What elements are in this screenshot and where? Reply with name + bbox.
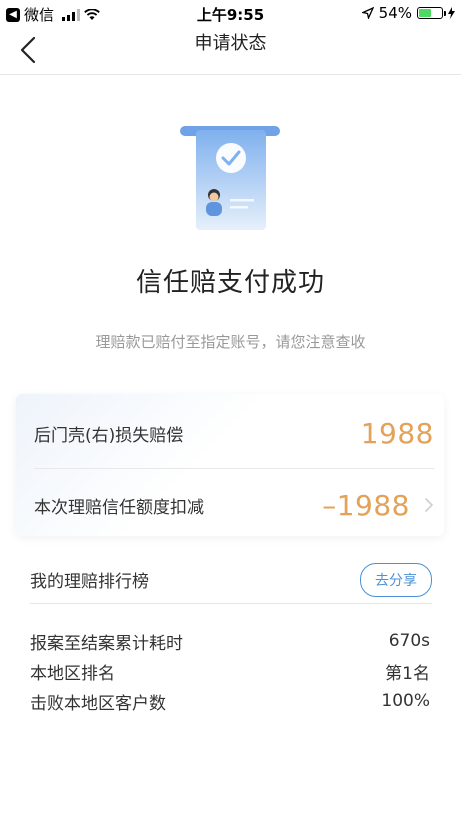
trust-deduction-amount: –1988: [322, 488, 410, 522]
stat-row: 本地区排名 第1名: [30, 656, 430, 686]
result-subtitle: 理赔款已赔付至指定账号，请您注意查收: [95, 333, 366, 351]
compensation-row: 后门壳(右)损失赔偿 1988: [16, 398, 444, 468]
compensation-amount: 1988: [360, 416, 434, 450]
trust-deduction-row[interactable]: 本次理赔信任额度扣减 –1988: [16, 470, 444, 540]
stat-value: 100%: [381, 691, 430, 711]
stat-row: 击败本地区客户数 100%: [30, 686, 430, 716]
claim-summary-card: 后门壳(右)损失赔偿 1988 本次理赔信任额度扣减 –1988: [16, 394, 444, 536]
stat-label: 报案至结案累计耗时: [30, 633, 183, 654]
stat-label: 击败本地区客户数: [30, 693, 166, 714]
stat-value: 670s: [388, 631, 430, 651]
payment-success-illustration: [180, 126, 280, 230]
battery-icon: [417, 7, 446, 19]
location-arrow-icon: [361, 7, 374, 19]
battery-percent: 54%: [378, 4, 412, 22]
status-bar: ◀ 微信 上午9:55 54%: [0, 0, 461, 28]
share-button[interactable]: 去分享: [360, 562, 432, 597]
ranking-title: 我的理赔排行榜: [30, 572, 149, 592]
stat-label: 本地区排名: [30, 663, 115, 684]
page-title: 申请状态: [194, 33, 267, 54]
compensation-label: 后门壳(右)损失赔偿: [34, 425, 184, 446]
result-title: 信任赔支付成功: [135, 268, 325, 298]
trust-deduction-label: 本次理赔信任额度扣减: [34, 497, 204, 518]
claim-status-page: ◀ 微信 上午9:55 54% 申请状态 信任赔支付成功 理赔款已赔付至指定账号…: [0, 0, 461, 820]
stat-row: 报案至结案累计耗时 670s: [30, 626, 430, 656]
trust-deduction-right: –1988: [322, 489, 434, 522]
card-divider: [34, 468, 434, 469]
ranking-stats: 报案至结案累计耗时 670s 本地区排名 第1名 击败本地区客户数 100%: [30, 626, 430, 716]
chevron-right-icon: [425, 498, 434, 512]
charging-bolt-icon: [448, 7, 455, 19]
nav-bar: 申请状态: [0, 28, 461, 75]
battery-level: [419, 9, 431, 17]
stat-value: 第1名: [385, 663, 430, 684]
ranking-header: 我的理赔排行榜 去分享: [30, 560, 432, 604]
status-right: 54%: [361, 4, 455, 22]
